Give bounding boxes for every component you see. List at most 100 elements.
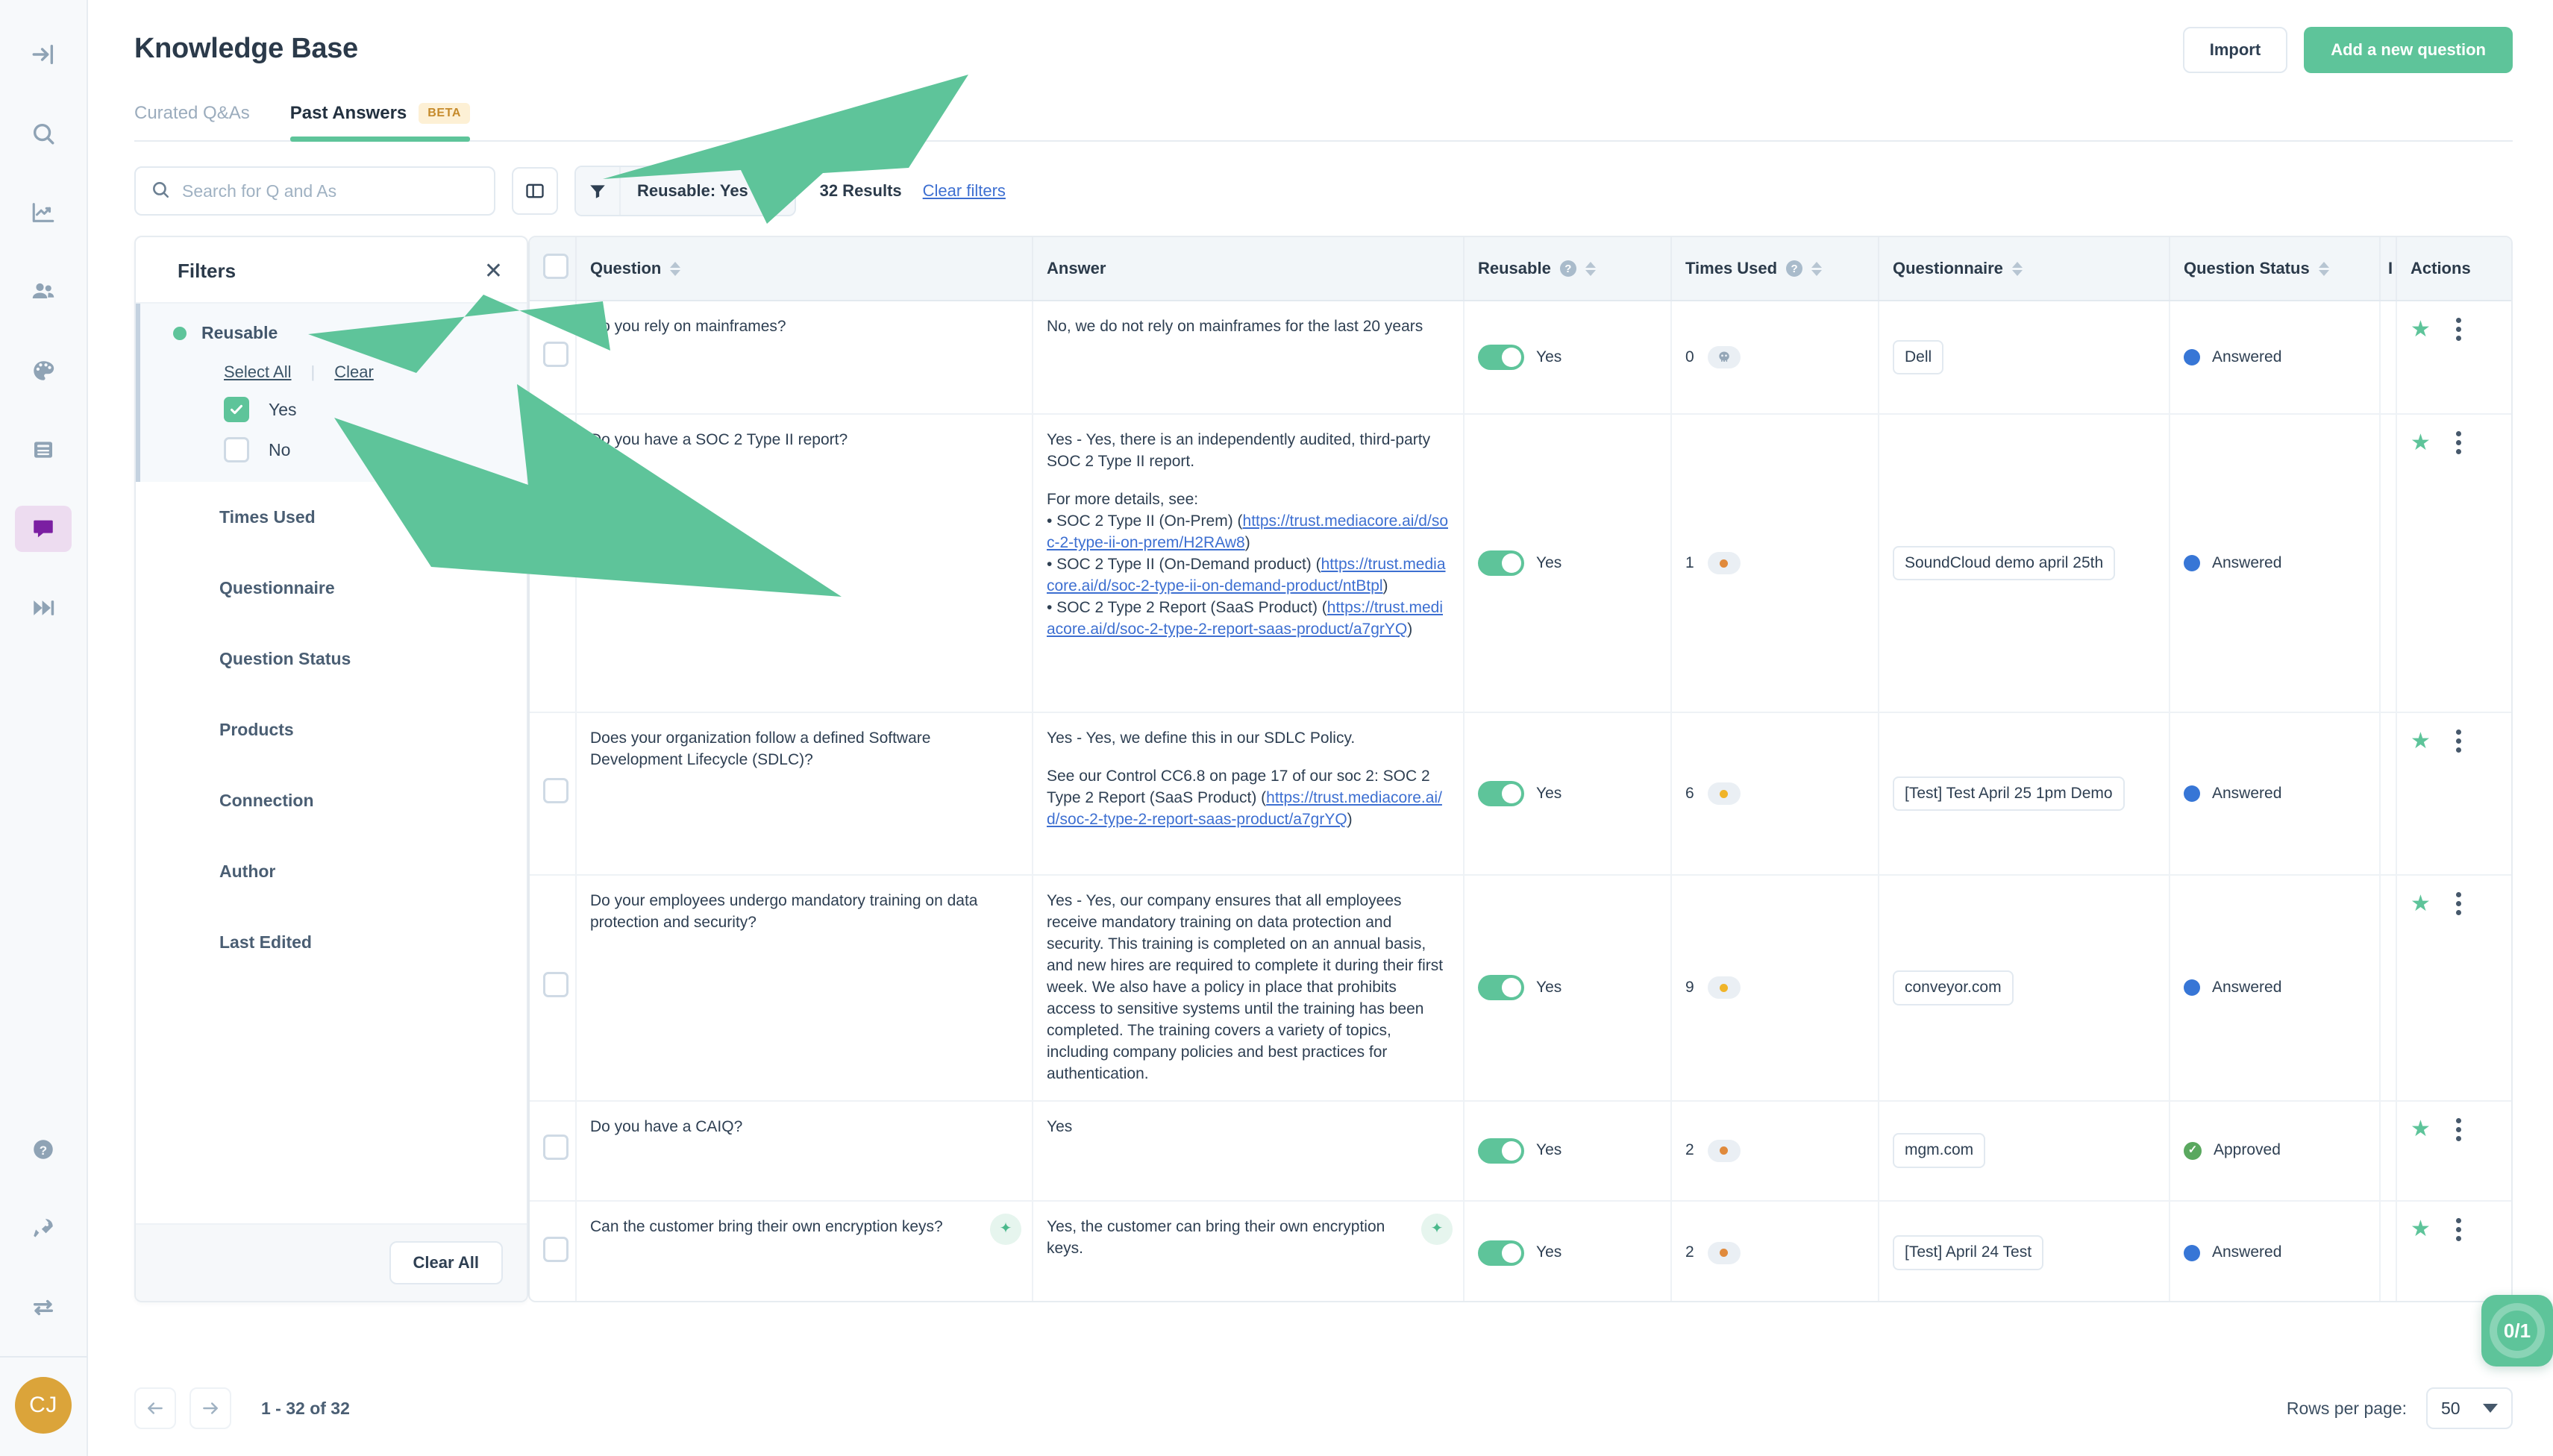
clear-all-button[interactable]: Clear All [389, 1241, 503, 1284]
chevron-down-icon [2483, 1404, 2498, 1413]
row-checkbox[interactable] [543, 547, 568, 573]
row-checkbox[interactable] [543, 777, 568, 803]
rows-per-page-select[interactable]: 50 [2426, 1387, 2513, 1429]
star-icon[interactable]: ★ [2411, 1118, 2431, 1140]
reusable-toggle[interactable] [1478, 1138, 1524, 1164]
help-icon[interactable]: ? [1559, 260, 1576, 277]
next-page-button[interactable] [189, 1387, 231, 1429]
prev-page-button[interactable] [134, 1387, 176, 1429]
questionnaire-tag[interactable]: [Test] Test April 25 1pm Demo [1893, 776, 2125, 812]
more-options-icon[interactable] [2455, 431, 2461, 454]
add-question-button[interactable]: Add a new question [2304, 27, 2513, 73]
filter-icon[interactable] [576, 167, 621, 215]
column-header-question-status[interactable]: Question Status [2170, 237, 2381, 301]
sidebar-item-knowledge-base[interactable] [15, 506, 72, 552]
more-options-icon[interactable] [2455, 892, 2461, 915]
more-options-icon[interactable] [2455, 729, 2461, 753]
sort-icon[interactable] [2011, 261, 2023, 276]
import-button[interactable]: Import [2182, 27, 2288, 73]
column-layout-button[interactable] [512, 167, 558, 215]
questionnaire-tag[interactable]: [Test] April 24 Test [1893, 1235, 2044, 1271]
reusable-toggle[interactable] [1478, 550, 1524, 576]
progress-fab[interactable]: 0/1 [2481, 1295, 2553, 1366]
filter-chip-reusable[interactable]: Reusable: Yes ✕ [621, 167, 795, 215]
filter-group-last-edited[interactable]: Last Edited [136, 907, 527, 978]
close-icon[interactable]: ✕ [484, 260, 503, 283]
column-header-answer[interactable]: Answer [1033, 237, 1465, 301]
checkbox-checked-icon[interactable] [224, 397, 249, 422]
close-icon[interactable]: ✕ [762, 180, 778, 203]
sort-icon[interactable] [1811, 261, 1823, 276]
sort-icon[interactable] [2318, 261, 2329, 276]
reusable-toggle[interactable] [1478, 345, 1524, 370]
questionnaire-tag[interactable]: Dell [1893, 339, 1944, 375]
row-checkbox[interactable] [543, 1237, 568, 1263]
column-header-question[interactable]: Question [576, 237, 1033, 301]
filter-option-no[interactable]: No [140, 430, 527, 482]
sort-icon[interactable] [1585, 261, 1596, 276]
filter-group-question-status[interactable]: Question Status [136, 624, 527, 694]
more-options-icon[interactable] [2455, 1217, 2461, 1241]
switch-icon[interactable] [15, 1284, 72, 1331]
help-icon[interactable]: ? [15, 1126, 72, 1173]
filter-group-times-used[interactable]: Times Used [136, 482, 527, 553]
row-checkbox[interactable] [543, 341, 568, 367]
clear-filters-link[interactable]: Clear filters [923, 181, 1006, 201]
star-icon[interactable]: ★ [2411, 318, 2431, 341]
row-checkbox[interactable] [543, 971, 568, 997]
ai-sparkle-icon[interactable]: ✦ [1421, 1213, 1453, 1245]
filter-group-products[interactable]: Products [136, 694, 527, 765]
filter-option-yes[interactable]: Yes [140, 389, 527, 430]
more-options-icon[interactable] [2455, 318, 2461, 341]
tab-past-answers[interactable]: Past Answers BETA [289, 103, 471, 142]
filter-group-connection[interactable]: Connection [136, 765, 527, 836]
rocket-icon[interactable] [15, 1205, 72, 1252]
table-row[interactable]: Do you have a SOC 2 Type II report? Yes … [530, 414, 2511, 713]
people-icon[interactable] [15, 269, 72, 315]
column-header-questionnaire[interactable]: Questionnaire [1879, 237, 2170, 301]
cell-actions: ★ [2396, 414, 2511, 713]
skip-forward-icon[interactable] [15, 585, 72, 631]
table-row[interactable]: Can the customer bring their own encrypt… [530, 1200, 2511, 1301]
checkbox-unchecked-icon[interactable] [224, 437, 249, 462]
avatar[interactable]: CJ [15, 1377, 72, 1434]
table-row[interactable]: Do you have a CAIQ? Yes Yes 2 mgm.com ✓ … [530, 1100, 2511, 1202]
table-row[interactable]: Do your employees undergo mandatory trai… [530, 875, 2511, 1102]
skull-icon [1707, 346, 1741, 368]
sort-icon[interactable] [670, 261, 681, 276]
questionnaire-tag[interactable]: mgm.com [1893, 1133, 1986, 1169]
select-all-link[interactable]: Select All [224, 363, 292, 382]
search-box[interactable] [134, 166, 495, 216]
filter-group-questionnaire[interactable]: Questionnaire [136, 553, 527, 624]
questionnaire-tag[interactable]: conveyor.com [1893, 970, 2014, 1005]
questionnaire-tag[interactable]: SoundCloud demo april 25th [1893, 545, 2116, 581]
help-icon[interactable]: ? [1786, 260, 1803, 277]
table-row[interactable]: Does your organization follow a defined … [530, 712, 2511, 876]
tab-curated-qas[interactable]: Curated Q&As [134, 103, 250, 140]
palette-icon[interactable] [15, 348, 72, 394]
reusable-toggle[interactable] [1478, 975, 1524, 1001]
star-icon[interactable]: ★ [2411, 431, 2431, 454]
table-row[interactable]: Do you rely on mainframes? No, we do not… [530, 301, 2511, 415]
column-header-truncated[interactable]: I [2380, 237, 2397, 301]
search-icon[interactable] [15, 110, 72, 157]
library-icon[interactable] [15, 427, 72, 473]
filter-group-author[interactable]: Author [136, 836, 527, 907]
reusable-toggle[interactable] [1478, 1240, 1524, 1266]
beta-badge: BETA [419, 103, 471, 124]
analytics-icon[interactable] [15, 189, 72, 236]
search-input[interactable] [182, 181, 479, 201]
row-checkbox[interactable] [543, 1135, 568, 1161]
clear-link[interactable]: Clear [334, 363, 374, 382]
checkbox-select-all[interactable] [543, 254, 568, 279]
filter-group-reusable[interactable]: Reusable Select All | Clear Yes No [136, 304, 527, 482]
star-icon[interactable]: ★ [2411, 729, 2431, 753]
collapse-icon[interactable] [15, 31, 72, 78]
ai-sparkle-icon[interactable]: ✦ [990, 1213, 1021, 1245]
more-options-icon[interactable] [2455, 1117, 2461, 1141]
star-icon[interactable]: ★ [2411, 1218, 2431, 1240]
reusable-toggle[interactable] [1478, 781, 1524, 806]
column-header-reusable[interactable]: Reusable ? [1464, 237, 1672, 301]
column-header-times-used[interactable]: Times Used ? [1671, 237, 1879, 301]
star-icon[interactable]: ★ [2411, 892, 2431, 915]
